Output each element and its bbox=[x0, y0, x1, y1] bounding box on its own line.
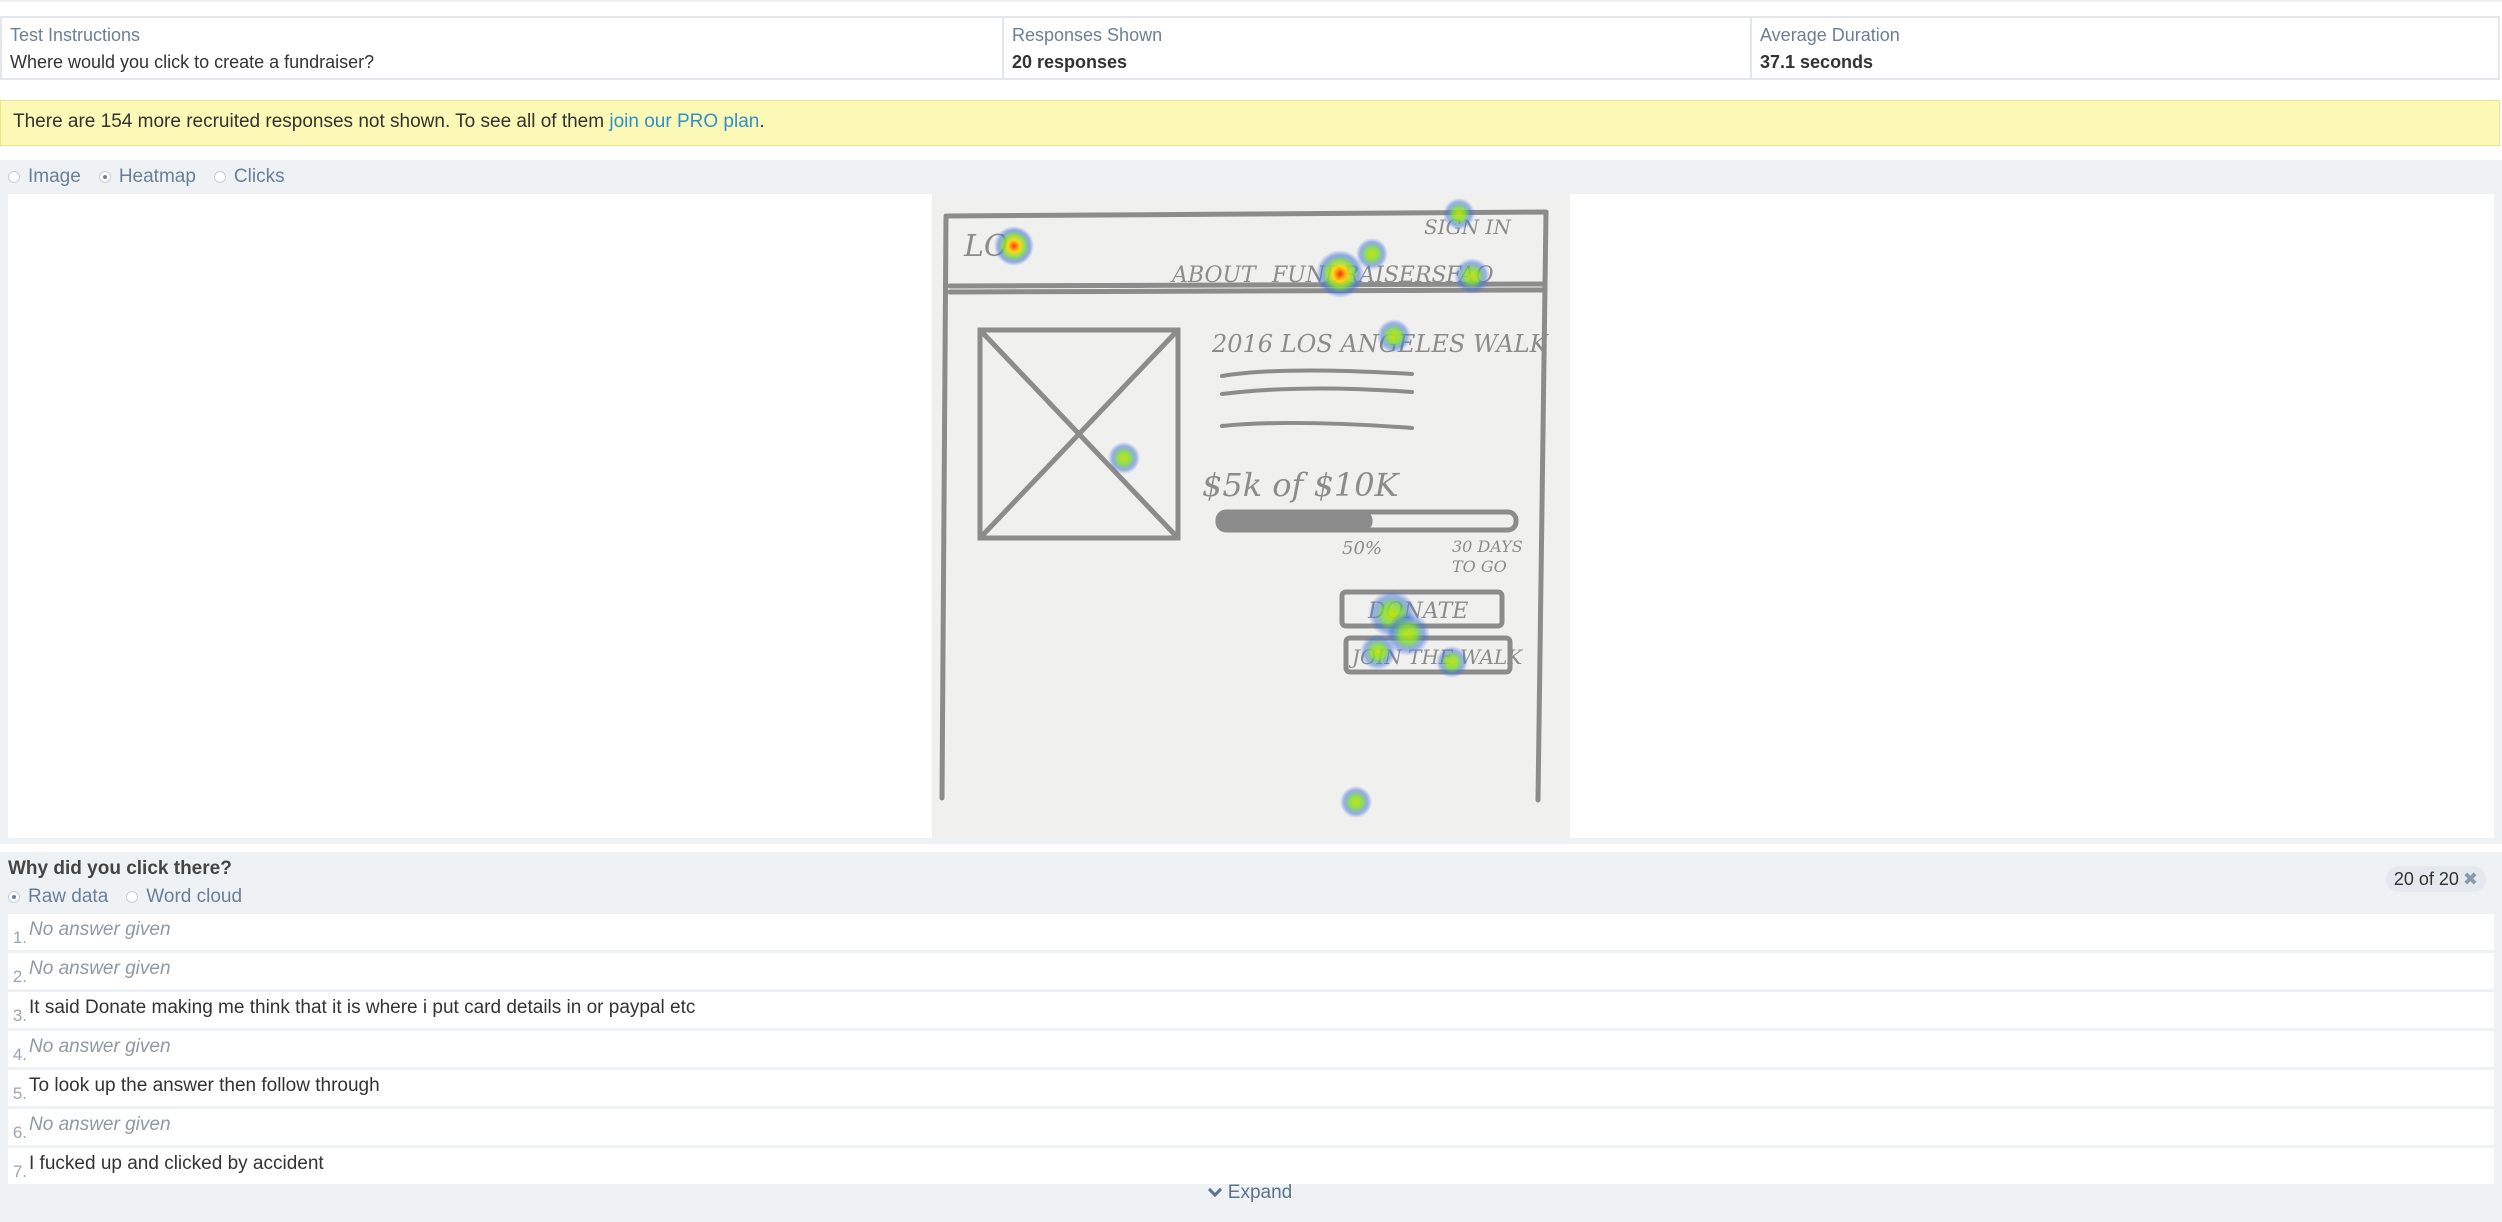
radio-image-icon[interactable] bbox=[8, 171, 20, 183]
question-section: Why did you click there? Raw data Word c… bbox=[0, 852, 2502, 1222]
answer-number: 7. bbox=[12, 1162, 27, 1181]
answer-text: No answer given bbox=[29, 919, 171, 940]
response-filter-badge[interactable]: 20 of 20 ✖ bbox=[2385, 866, 2486, 892]
expand-label: Expand bbox=[1227, 1182, 1293, 1203]
answer-number: 3. bbox=[12, 1006, 27, 1025]
duration-cell: Average Duration 37.1 seconds bbox=[1752, 18, 2498, 78]
answer-text: No answer given bbox=[29, 1036, 171, 1057]
heatmap-spot bbox=[1443, 198, 1475, 230]
pro-plan-link[interactable]: join our PRO plan bbox=[609, 111, 759, 132]
test-summary: Test Instructions Where would you click … bbox=[0, 16, 2500, 80]
sketch-percent: 50% bbox=[1342, 538, 1382, 559]
sketch-days-line1: 30 DAYS bbox=[1452, 537, 1523, 556]
answer-text: To look up the answer then follow throug… bbox=[29, 1075, 380, 1096]
heatmap-spot bbox=[1360, 634, 1396, 670]
wireframe-sketch-image[interactable]: LO SIGN IN ABOUT FUNDRAISERS FAQ 2016 LO… bbox=[932, 194, 1570, 838]
view-mode-clicks-label: Clicks bbox=[233, 166, 285, 187]
sketch-strokes bbox=[939, 209, 1549, 803]
instructions-cell: Test Instructions Where would you click … bbox=[2, 18, 1004, 78]
answer-mode-selector: Raw data Word cloud bbox=[8, 886, 260, 908]
answer-number: 6. bbox=[12, 1123, 27, 1142]
view-mode-clicks[interactable]: Clicks bbox=[213, 166, 285, 188]
sketch-amount: $5k of $10K bbox=[1202, 466, 1401, 504]
responses-cell: Responses Shown 20 responses bbox=[1004, 18, 1752, 78]
heatmap-spot bbox=[994, 226, 1034, 266]
heatmap-spot bbox=[1316, 250, 1364, 298]
mode-raw-data-label: Raw data bbox=[28, 886, 109, 907]
mode-raw-data[interactable]: Raw data bbox=[8, 886, 108, 908]
list-item: 3. It said Donate making me think that it… bbox=[8, 992, 2494, 1028]
top-divider bbox=[0, 0, 2502, 2]
list-item: 4. No answer given bbox=[8, 1031, 2494, 1067]
mode-word-cloud[interactable]: Word cloud bbox=[126, 886, 242, 908]
close-icon[interactable]: ✖ bbox=[2463, 869, 2478, 889]
answer-text: No answer given bbox=[29, 1114, 171, 1135]
answer-text: I fucked up and clicked by accident bbox=[29, 1153, 324, 1174]
duration-label: Average Duration bbox=[1760, 25, 1900, 45]
duration-value: 37.1 seconds bbox=[1760, 52, 1874, 72]
list-item: 6. No answer given bbox=[8, 1109, 2494, 1145]
result-viewer: Image Heatmap Clicks LO IN ABOUT 2016 LO… bbox=[0, 160, 2502, 844]
heatmap-canvas[interactable]: LO SIGN IN ABOUT FUNDRAISERS FAQ 2016 LO… bbox=[8, 194, 2494, 838]
list-item: 5. To look up the answer then follow thro… bbox=[8, 1070, 2494, 1106]
view-mode-heatmap-label: Heatmap bbox=[118, 166, 196, 187]
radio-raw-data-icon[interactable] bbox=[8, 891, 20, 903]
view-mode-heatmap[interactable]: Heatmap bbox=[98, 166, 196, 188]
heatmap-spot bbox=[1340, 786, 1372, 818]
instructions-value: Where would you click to create a fundra… bbox=[10, 52, 375, 72]
view-mode-image-label: Image bbox=[28, 166, 81, 187]
heatmap-spot bbox=[1108, 442, 1140, 474]
answer-number: 5. bbox=[12, 1084, 27, 1103]
list-item: 7. I fucked up and clicked by accident bbox=[8, 1148, 2494, 1184]
notice-text: There are 154 more recruited responses n… bbox=[13, 111, 610, 132]
instructions-label: Test Instructions bbox=[10, 25, 141, 45]
answer-list: 1. No answer given 2. No answer given 3. It… bbox=[8, 914, 2494, 1187]
answer-number: 1. bbox=[12, 928, 27, 947]
radio-heatmap-icon[interactable] bbox=[98, 171, 111, 183]
responses-label: Responses Shown bbox=[1012, 25, 1163, 45]
heatmap-spot bbox=[1436, 646, 1468, 678]
chevron-down-icon bbox=[1207, 1182, 1222, 1198]
responses-value: 20 responses bbox=[1012, 52, 1128, 72]
sketch-nav-about: ABOUT bbox=[1170, 263, 1258, 288]
question-title: Why did you click there? bbox=[8, 858, 232, 879]
heatmap-spot bbox=[1377, 319, 1411, 353]
list-item: 2. No answer given bbox=[8, 953, 2494, 989]
expand-button[interactable]: Expand bbox=[0, 1182, 2502, 1204]
heatmap-spot bbox=[1454, 258, 1490, 294]
list-item: 1. No answer given bbox=[8, 914, 2494, 950]
pro-upsell-notice: There are 154 more recruited responses n… bbox=[0, 100, 2500, 146]
badge-count: 20 of 20 bbox=[2393, 869, 2459, 889]
answer-text: No answer given bbox=[29, 958, 171, 979]
answer-number: 2. bbox=[12, 967, 27, 986]
mode-word-cloud-label: Word cloud bbox=[146, 886, 243, 907]
radio-clicks-icon[interactable] bbox=[213, 171, 226, 183]
view-mode-selector: Image Heatmap Clicks bbox=[8, 166, 303, 188]
notice-end: . bbox=[759, 111, 765, 132]
answer-text: It said Donate making me think that it i… bbox=[29, 997, 696, 1018]
answer-number: 4. bbox=[12, 1045, 27, 1064]
view-mode-image[interactable]: Image bbox=[8, 166, 81, 188]
sketch-days-line2: TO GO bbox=[1452, 557, 1507, 576]
radio-word-cloud-icon[interactable] bbox=[126, 891, 139, 903]
